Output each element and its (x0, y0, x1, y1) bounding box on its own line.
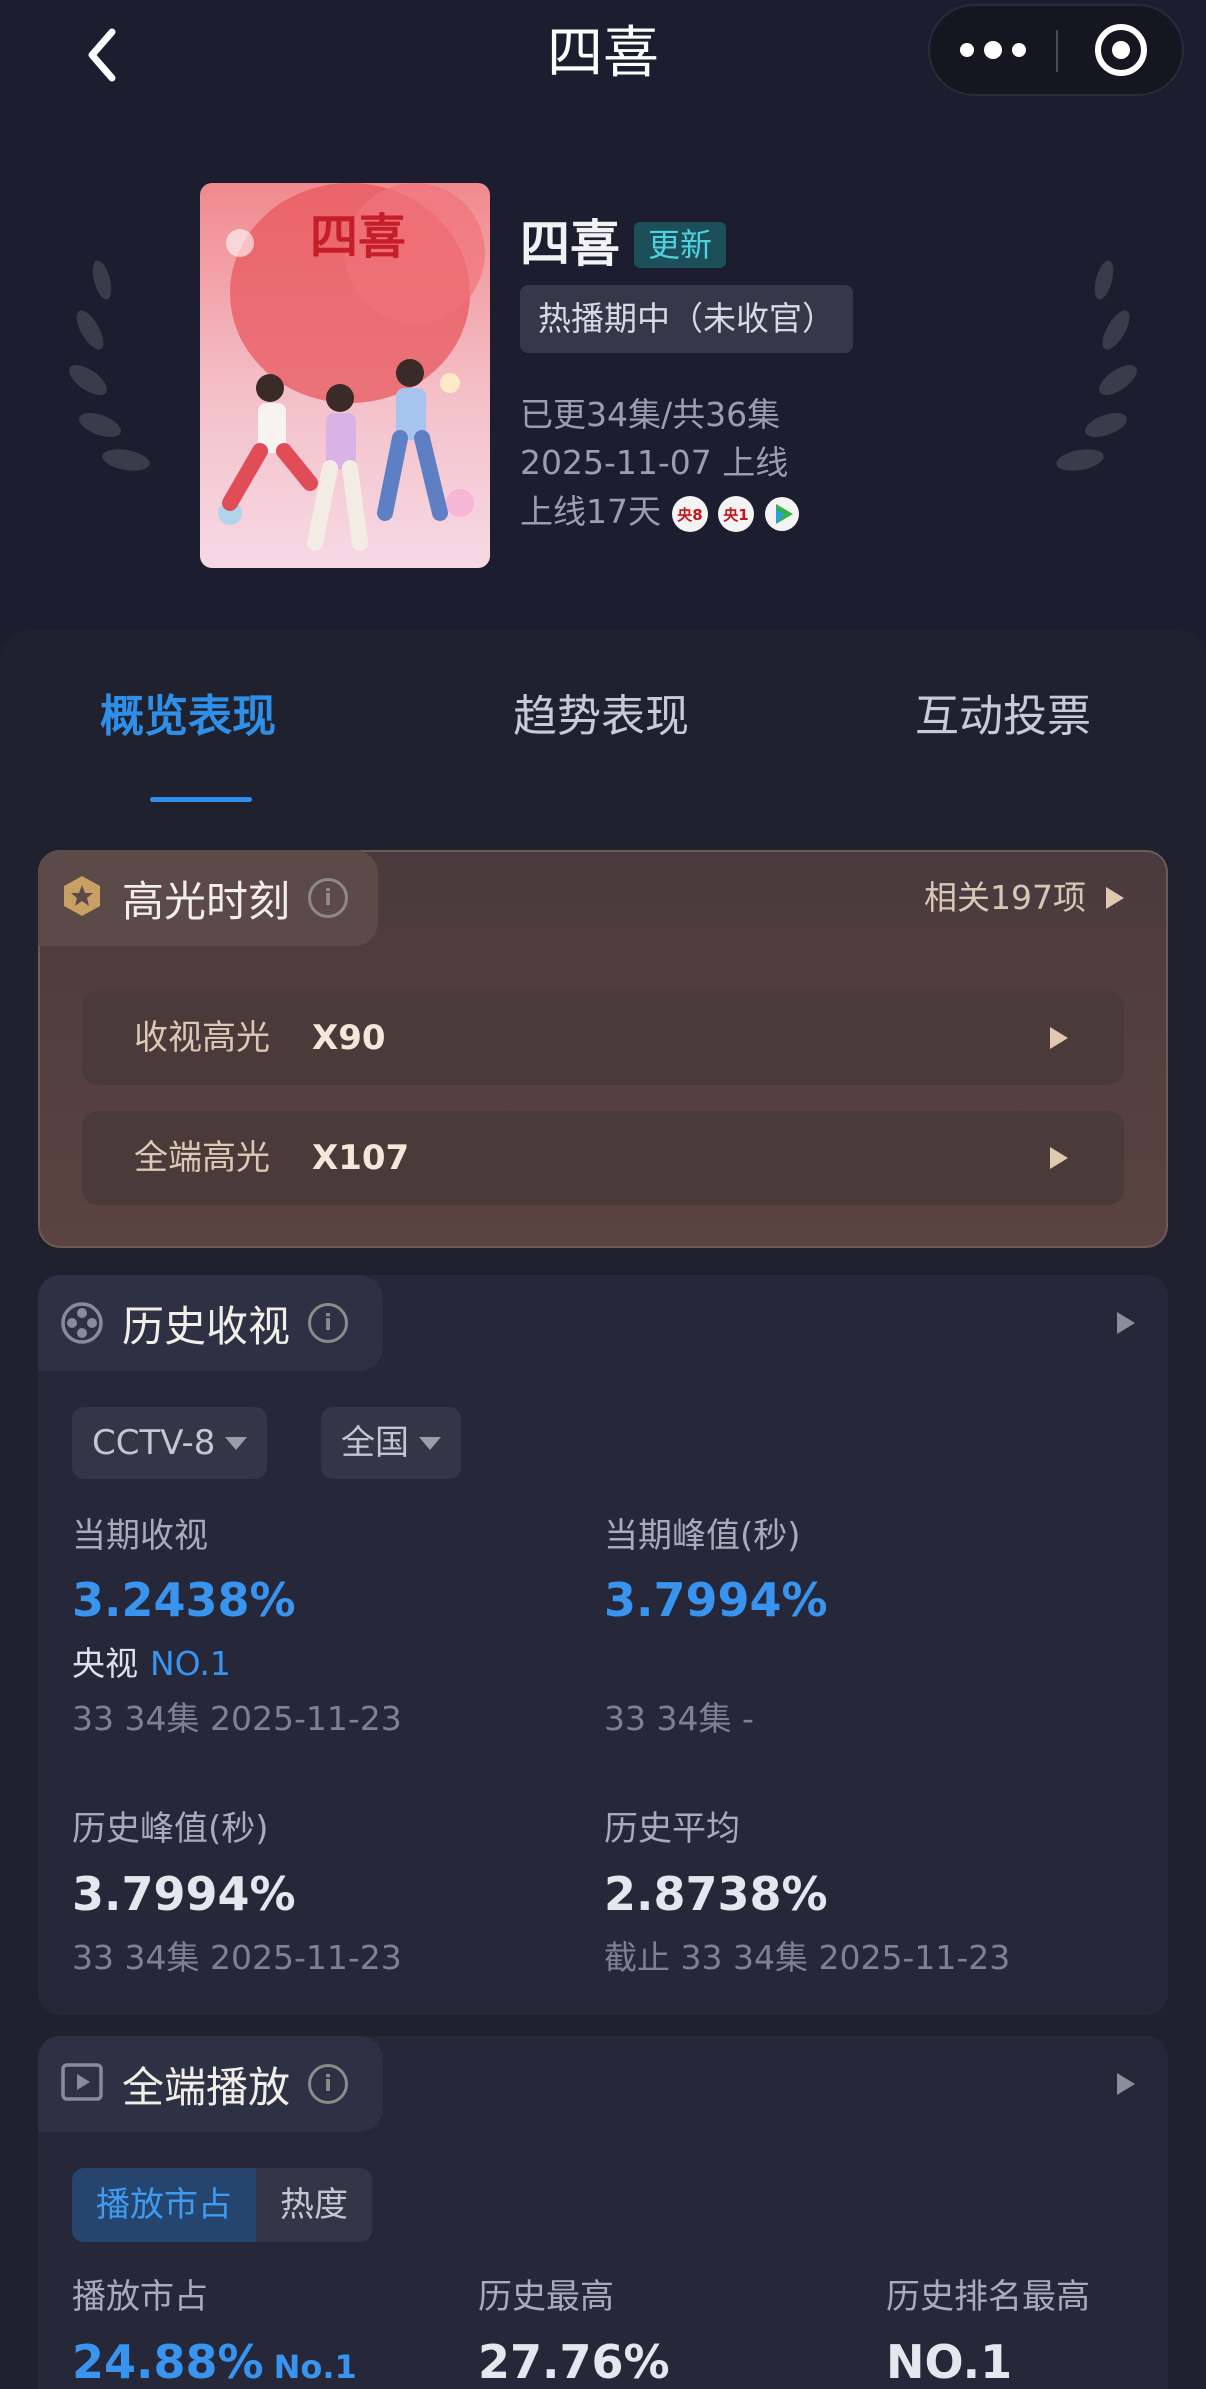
history-high-label: 历史最高 (478, 2277, 614, 2317)
history-rank-value: NO.1 (886, 2335, 1013, 2389)
share-label: 播放市占 (72, 2277, 208, 2317)
highlight-row-fullplay[interactable]: 全端高光 X107 (82, 1111, 1124, 1205)
cctv1-logo-icon: 央1 (718, 496, 754, 532)
current-rating-value: 3.2438% (72, 1573, 296, 1627)
history-peak-label: 历史峰值(秒) (72, 1809, 269, 1849)
region-select-value: 全国 (341, 1423, 409, 1463)
star-badge-icon (60, 874, 104, 922)
more-options-button[interactable] (930, 6, 1056, 94)
highlight-row-label: 全端高光 (134, 1138, 270, 1178)
current-rating-label: 当期收视 (72, 1516, 208, 1556)
history-rank-label: 历史排名最高 (886, 2277, 1090, 2317)
related-count: 相关197项 (924, 878, 1086, 917)
episode-count: 已更34集/共36集 (520, 395, 781, 434)
film-reel-icon (60, 1301, 104, 1345)
history-rating-title: 历史收视 (122, 1301, 291, 1351)
highlight-row-rating[interactable]: 收视高光 X90 (82, 991, 1124, 1085)
mini-program-capsule (928, 4, 1184, 96)
play-arrow-icon (1050, 1147, 1068, 1169)
more-dot-icon (1012, 43, 1026, 57)
arrow-right-icon (1106, 887, 1124, 909)
laurel-right-icon (1036, 260, 1146, 490)
share-rank: No.1 (273, 2348, 357, 2386)
highlight-related-link[interactable]: 相关197项 (924, 873, 1124, 923)
play-arrow-icon (1050, 1027, 1068, 1049)
channel-select-value: CCTV-8 (92, 1423, 216, 1463)
metric-segmented-control: 播放市占 热度 (72, 2168, 372, 2242)
current-peak-value: 3.7994% (604, 1573, 828, 1627)
region-select[interactable]: 全国 (321, 1407, 461, 1479)
more-dot-icon (960, 43, 974, 57)
highlight-row-value: X90 (312, 1018, 386, 1058)
full-platform-title: 全端播放 (122, 2062, 291, 2112)
days-online: 上线17天 (520, 492, 661, 531)
channel-select[interactable]: CCTV-8 (72, 1407, 268, 1479)
history-expand-arrow-icon[interactable] (1117, 1312, 1135, 1334)
active-tab-indicator (150, 797, 252, 802)
full-platform-expand-arrow-icon[interactable] (1117, 2073, 1135, 2095)
release-date: 2025-11-07 上线 (520, 443, 789, 482)
cctv-rank: 央视 NO.1 (72, 1639, 231, 1689)
close-mini-program-button[interactable] (1058, 6, 1184, 94)
laurel-left-icon (60, 260, 170, 490)
caret-down-icon (419, 1436, 441, 1450)
segment-share[interactable]: 播放市占 (72, 2168, 256, 2242)
current-rating-sub: 33 34集 2025-11-23 (72, 1699, 402, 1738)
history-rating-header: 历史收视 i (38, 1275, 383, 1371)
update-badge: 更新 (634, 222, 727, 268)
history-peak-sub: 33 34集 2025-11-23 (72, 1938, 402, 1977)
highlight-header: 高光时刻 i (38, 850, 378, 946)
segment-heat[interactable]: 热度 (256, 2168, 372, 2242)
play-platform-logo-icon (764, 496, 800, 536)
play-window-icon (60, 2060, 104, 2108)
history-avg-value: 2.8738% (604, 1867, 828, 1921)
highlight-title: 高光时刻 (122, 876, 291, 926)
highlight-row-value: X107 (312, 1138, 410, 1178)
rank-prefix: 央视 (72, 1644, 138, 1683)
info-icon[interactable]: i (308, 2064, 349, 2104)
rank-value: NO.1 (150, 1644, 231, 1683)
info-icon[interactable]: i (308, 878, 349, 918)
more-dot-icon (984, 41, 1002, 59)
poster-title-text: 四喜 (310, 209, 406, 265)
channel-logos: 央8 央1 (672, 496, 800, 536)
show-name: 四喜 (520, 215, 620, 273)
history-avg-label: 历史平均 (604, 1809, 740, 1849)
info-icon[interactable]: i (308, 1303, 349, 1343)
history-peak-value: 3.7994% (72, 1867, 296, 1921)
history-high-value: 27.76% (478, 2335, 670, 2389)
current-peak-label: 当期峰值(秒) (604, 1516, 801, 1556)
current-peak-sub: 33 34集 - (604, 1699, 754, 1738)
full-platform-header: 全端播放 i (38, 2036, 383, 2132)
highlight-row-label: 收视高光 (134, 1018, 270, 1058)
tab-overview[interactable]: 概览表现 (100, 685, 276, 749)
tab-vote[interactable]: 互动投票 (915, 685, 1091, 749)
caret-down-icon (225, 1436, 248, 1450)
show-poster[interactable]: 四喜 (200, 183, 490, 568)
share-value-group: 24.88% No.1 (72, 2330, 357, 2389)
status-pill: 热播期中（未收官） (520, 285, 853, 353)
target-icon (1095, 24, 1147, 76)
history-avg-sub: 截止 33 34集 2025-11-23 (604, 1938, 1011, 1977)
tab-trend[interactable]: 趋势表现 (513, 685, 689, 749)
share-value: 24.88% (72, 2335, 264, 2389)
cctv8-logo-icon: 央8 (672, 496, 708, 532)
